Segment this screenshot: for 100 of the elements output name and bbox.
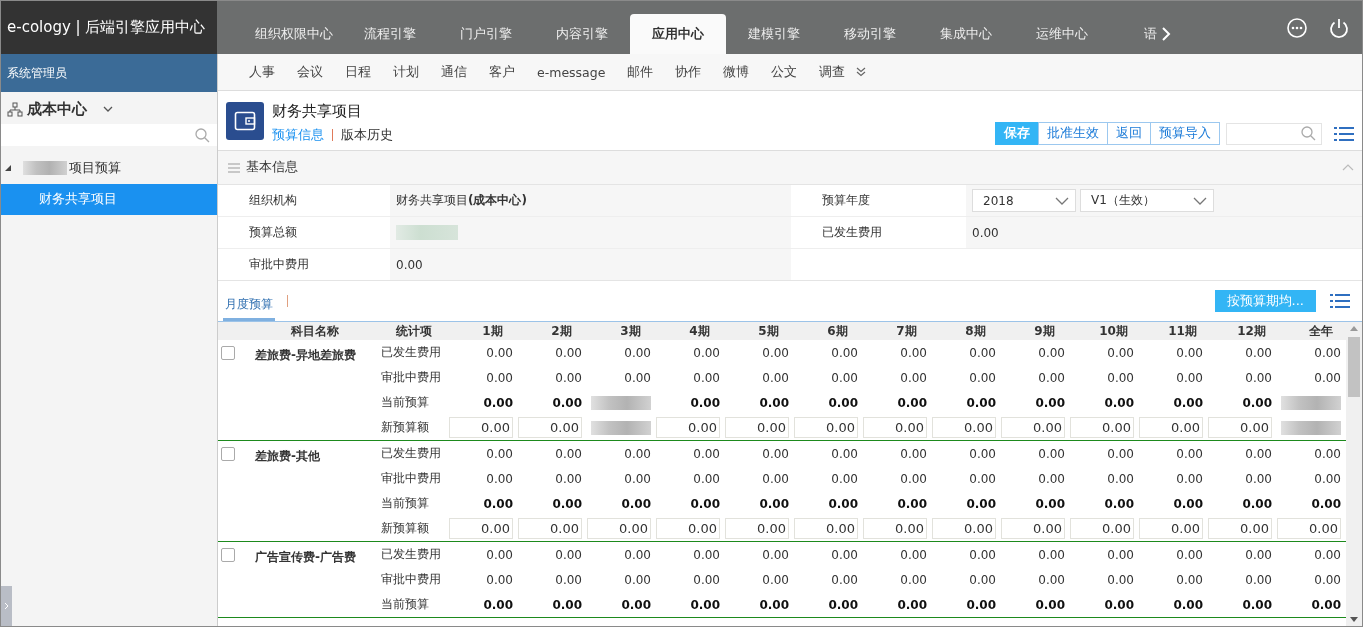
budget-input[interactable]: 0.00 [587, 518, 651, 539]
table-cell: 0.00 [486, 370, 513, 385]
module-tab[interactable]: 运维中心 [1014, 14, 1110, 54]
toolbar-button[interactable]: 返回 [1107, 122, 1151, 145]
sub-nav-item[interactable]: 日程 [334, 63, 382, 81]
budget-input[interactable]: 0.00 [725, 518, 789, 539]
table-cell: 0.00 [1035, 395, 1065, 410]
table-cell: 0.00 [1314, 345, 1341, 360]
table-cell: 0.00 [693, 370, 720, 385]
sub-nav-item[interactable]: 通信 [430, 63, 478, 81]
tree-item[interactable]: 项目预算 [1, 152, 217, 184]
dropdown[interactable]: 2018 [972, 189, 1076, 212]
budget-input[interactable]: 0.00 [1139, 417, 1203, 438]
table-cell: 0.00 [1314, 370, 1341, 385]
table-cell: 0.00 [831, 446, 858, 461]
module-tab[interactable]: 移动引擎 [822, 14, 918, 54]
budget-input[interactable]: 0.00 [1208, 417, 1272, 438]
module-tab[interactable]: 集成中心 [918, 14, 1014, 54]
module-tab[interactable]: 组织权限中心 [246, 14, 342, 54]
list-menu-icon[interactable] [1330, 293, 1350, 309]
caret-down-icon[interactable] [1055, 196, 1069, 205]
toolbar-button[interactable]: 批准生效 [1038, 122, 1108, 145]
sub-nav-item[interactable]: 客户 [478, 63, 526, 81]
sub-nav-item[interactable]: 人事 [238, 63, 286, 81]
menu-icon [228, 162, 240, 173]
list-menu-icon[interactable] [1334, 125, 1354, 142]
budget-input[interactable]: 0.00 [656, 518, 720, 539]
search-icon[interactable] [195, 127, 210, 143]
chevron-up-icon[interactable] [1342, 164, 1354, 171]
budget-input[interactable]: 0.00 [1001, 518, 1065, 539]
page-tab[interactable]: 版本历史 [341, 126, 393, 144]
budget-input[interactable]: 0.00 [518, 417, 582, 438]
sub-nav-item[interactable]: e-message [526, 64, 617, 80]
budget-input[interactable]: 0.00 [518, 518, 582, 539]
module-tab[interactable]: 门户引擎 [438, 14, 534, 54]
budget-input[interactable]: 0.00 [449, 518, 513, 539]
table-cell: 0.00 [483, 395, 513, 410]
table-cell: 0.00 [486, 345, 513, 360]
module-tab[interactable]: 流程引擎 [342, 14, 438, 54]
search-field[interactable] [1, 124, 217, 146]
scrollbar[interactable] [1346, 322, 1362, 626]
checkbox[interactable] [221, 346, 235, 360]
caret-down-icon[interactable] [103, 105, 113, 113]
checkbox[interactable] [221, 548, 235, 562]
column-header: 9期 [1033, 322, 1056, 340]
table-cell: 0.00 [1176, 471, 1203, 486]
table-cell: 0.00 [1176, 370, 1203, 385]
module-tab[interactable]: 应用中心 [630, 14, 726, 54]
budget-input[interactable]: 0.00 [1208, 518, 1272, 539]
sub-nav-item[interactable]: 公文 [760, 63, 809, 81]
caret-down-icon[interactable] [1193, 196, 1207, 205]
caret-down-icon[interactable] [1350, 617, 1358, 622]
budget-input[interactable]: 0.00 [794, 417, 858, 438]
sub-nav-item[interactable]: 邮件 [616, 63, 665, 81]
budget-input[interactable]: 0.00 [1277, 518, 1341, 539]
table-cell: 0.00 [831, 572, 858, 587]
table-cell: 0.00 [900, 446, 927, 461]
app-logo-text: e-cology | 后端引擎应用中心 [1, 1, 217, 54]
budget-input[interactable]: 0.00 [863, 518, 927, 539]
sidebar-toggle[interactable] [1, 586, 12, 626]
sub-nav-item[interactable]: 计划 [382, 63, 430, 81]
row-label: 当前预算 [381, 495, 430, 512]
budget-input[interactable]: 0.00 [1070, 417, 1134, 438]
sub-nav-item[interactable]: 微博 [712, 63, 761, 81]
expanded-triangle-icon[interactable] [5, 165, 11, 171]
budget-input[interactable]: 0.00 [1001, 417, 1065, 438]
module-tab[interactable]: 内容引擎 [534, 14, 630, 54]
checkbox[interactable] [221, 447, 235, 461]
power-icon[interactable] [1328, 16, 1350, 39]
budget-input[interactable]: 0.00 [725, 417, 789, 438]
budget-input[interactable]: 0.00 [794, 518, 858, 539]
sub-nav-item[interactable]: 会议 [286, 63, 334, 81]
module-tab[interactable]: 语 [1110, 14, 1157, 54]
dropdown[interactable]: V1（生效） [1080, 189, 1214, 212]
toolbar-button[interactable]: 预算导入 [1150, 122, 1220, 145]
table-cell: 0.00 [1173, 496, 1203, 511]
sub-nav-item[interactable]: 协作 [664, 63, 713, 81]
table-cell: 0.00 [900, 547, 927, 562]
budget-input[interactable]: 0.00 [1070, 518, 1134, 539]
page-title: 财务共享项目 [272, 101, 363, 121]
sub-nav-item[interactable]: 调查 [808, 63, 857, 81]
table-cell: 0.00 [1038, 446, 1065, 461]
budget-input[interactable]: 0.00 [1139, 518, 1203, 539]
scrollbar-thumb[interactable] [1348, 337, 1360, 397]
more-icon[interactable] [1286, 16, 1308, 39]
budget-input[interactable]: 0.00 [932, 417, 996, 438]
search-icon[interactable] [1301, 126, 1316, 141]
table-cell: 0.00 [759, 395, 789, 410]
caret-up-icon[interactable] [1350, 326, 1358, 331]
module-tab[interactable]: 建模引擎 [726, 14, 822, 54]
table-cell: 0.00 [759, 597, 789, 612]
table-cell: 0.00 [624, 471, 651, 486]
budget-input[interactable]: 0.00 [932, 518, 996, 539]
budget-input[interactable]: 0.00 [449, 417, 513, 438]
table-cell: 0.00 [555, 471, 582, 486]
chevron-right-icon[interactable] [1161, 27, 1171, 41]
search-field[interactable] [1226, 122, 1322, 145]
double-chevron-down-icon[interactable] [856, 67, 867, 77]
budget-input[interactable]: 0.00 [656, 417, 720, 438]
budget-input[interactable]: 0.00 [863, 417, 927, 438]
